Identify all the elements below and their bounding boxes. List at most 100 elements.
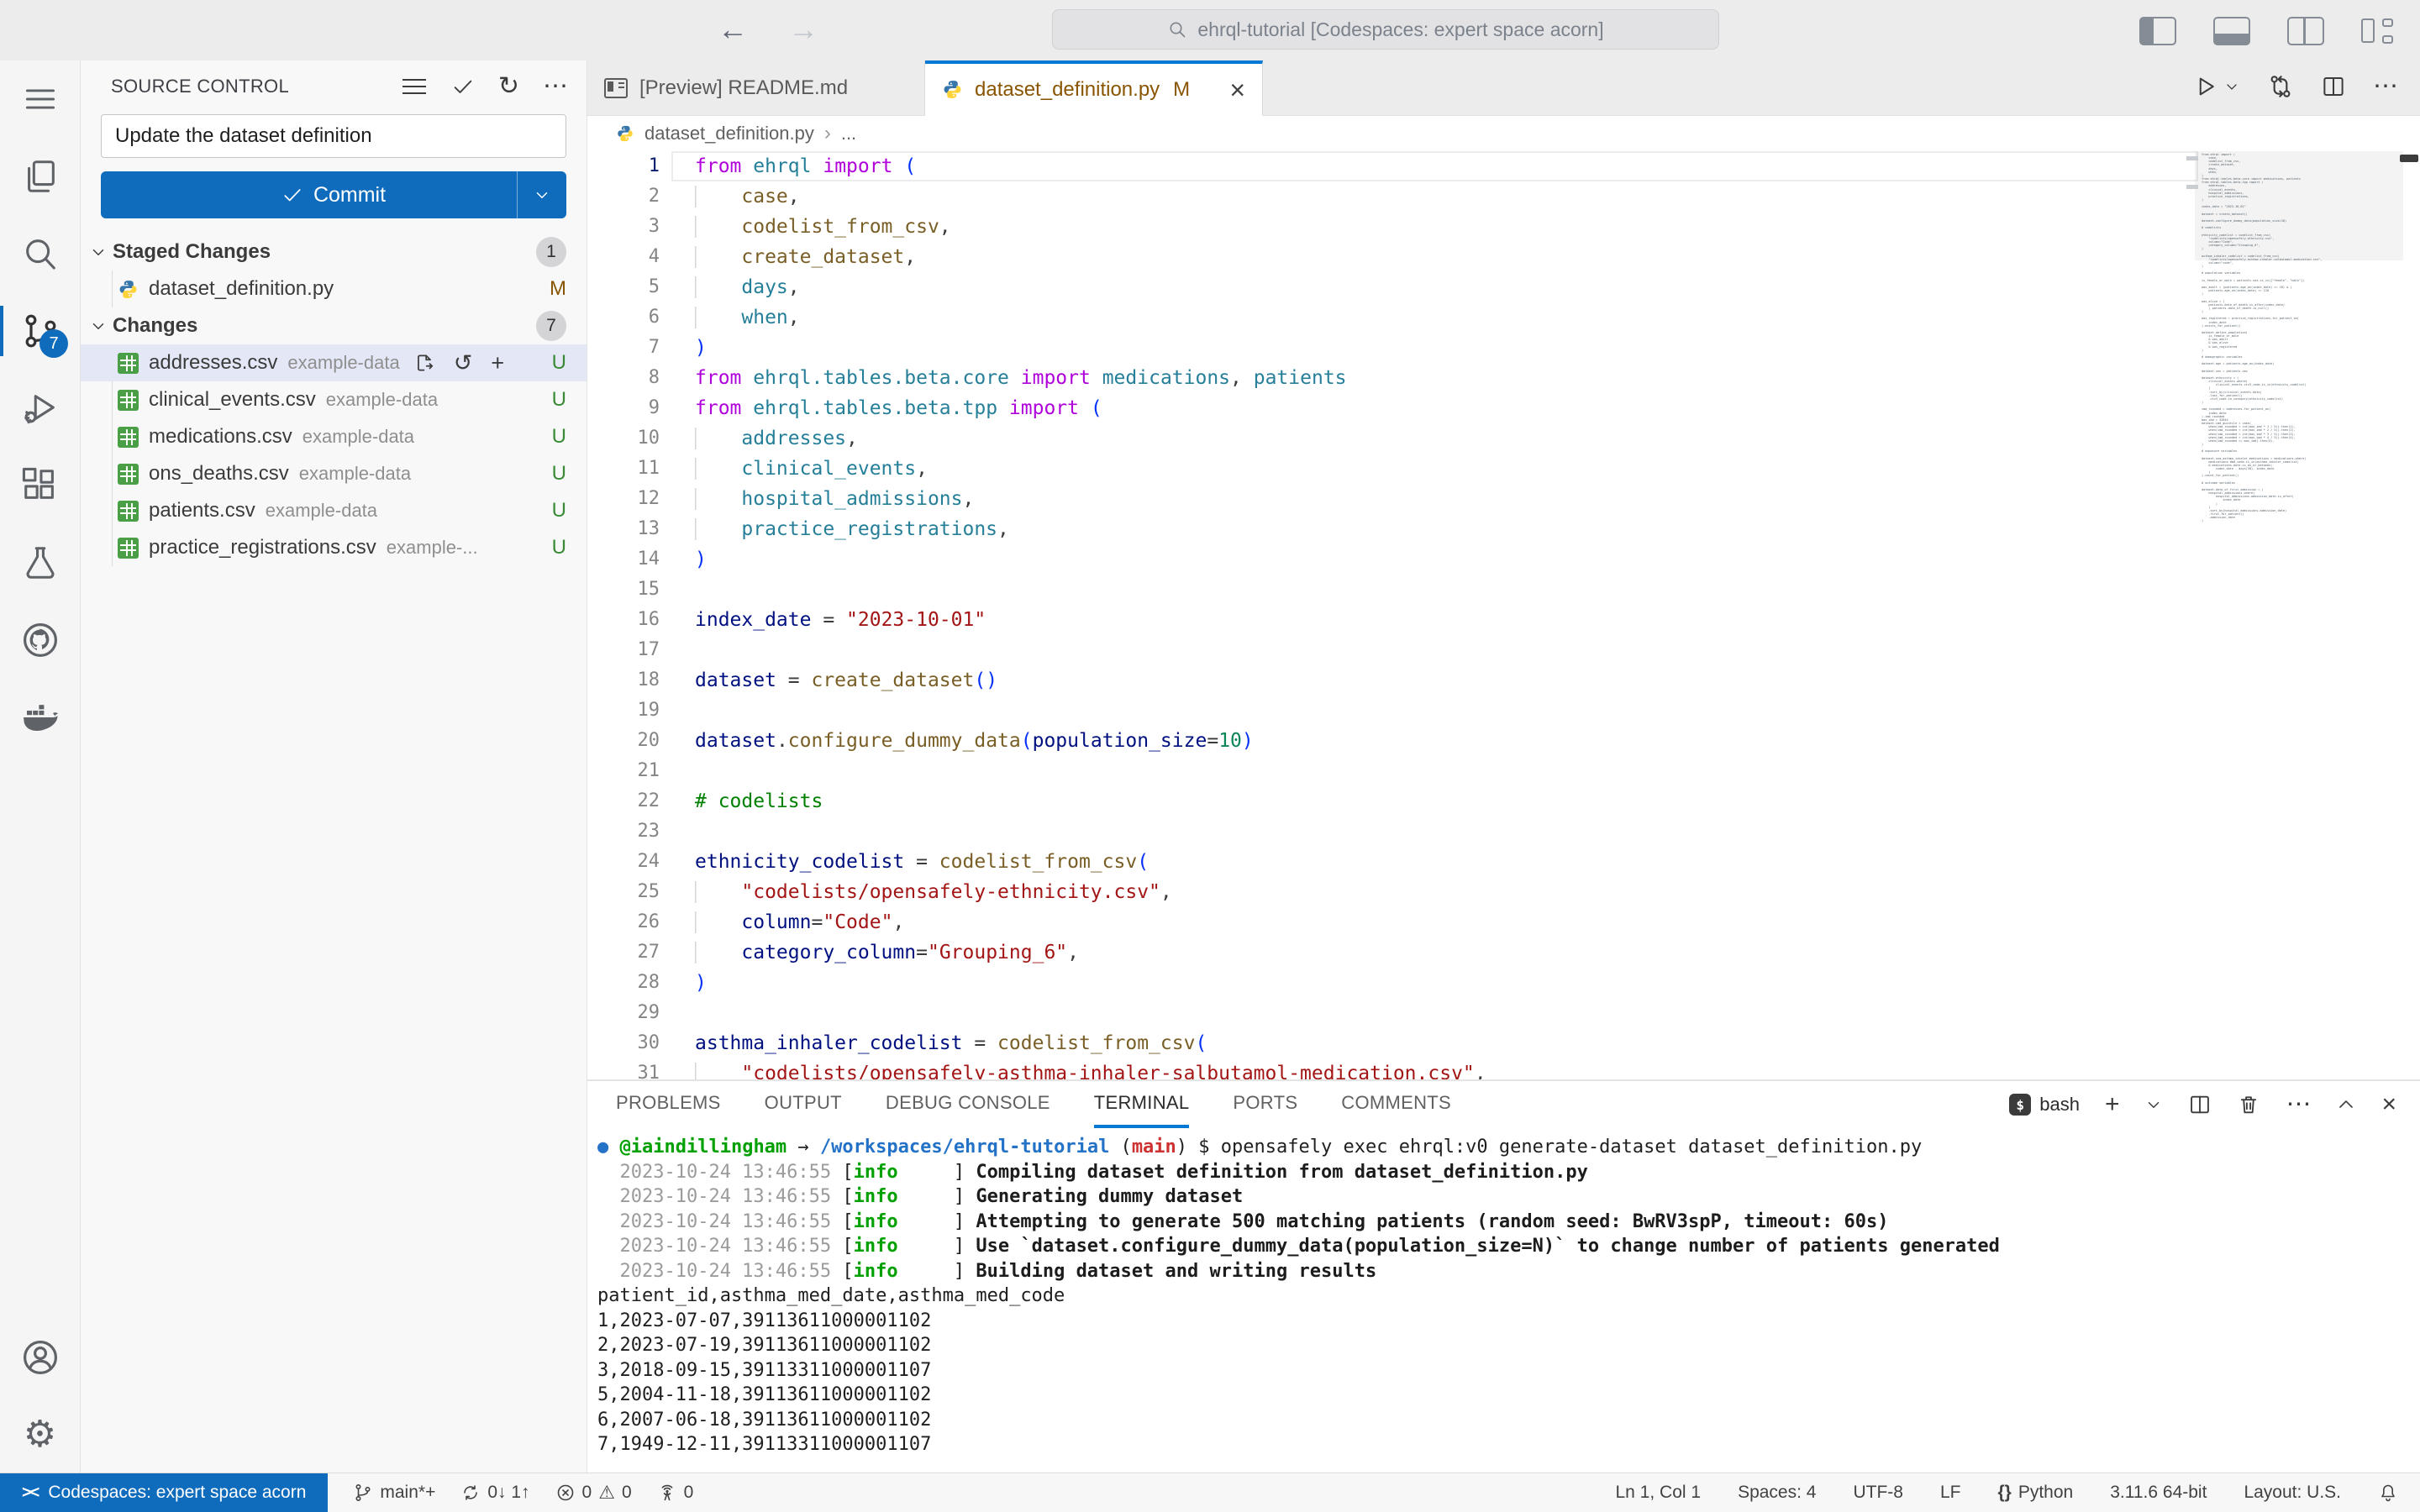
close-icon[interactable]: × [1229, 76, 1245, 103]
commit-button[interactable]: Commit [101, 171, 566, 218]
account-icon[interactable] [0, 1319, 80, 1396]
notifications-bell[interactable] [2378, 1483, 2398, 1503]
problems-status[interactable]: 0 ⚠ 0 [555, 1483, 632, 1503]
maximize-panel-icon[interactable] [2336, 1095, 2356, 1115]
panel-tab-problems[interactable]: PROBLEMS [616, 1081, 721, 1128]
testing-icon[interactable] [0, 524, 80, 601]
code-line: 1 from ehrql import ( [587, 151, 2420, 181]
code-line: 4 create_dataset, [587, 242, 2420, 272]
kill-terminal-icon[interactable] [2237, 1093, 2260, 1116]
github-icon[interactable] [0, 601, 80, 679]
file-name: practice_registrations.csv [149, 536, 376, 559]
scm-file-row[interactable]: practice_registrations.csv example-... U [81, 529, 587, 566]
panel-more-icon[interactable]: ⋯ [2286, 1092, 2311, 1117]
menu-icon[interactable] [0, 60, 80, 138]
breadcrumb-file[interactable]: dataset_definition.py [644, 123, 814, 144]
sync-label: 0↓ 1↑ [487, 1483, 530, 1502]
new-terminal-icon[interactable]: + [2105, 1092, 2120, 1117]
ports-status[interactable]: 0 [657, 1483, 694, 1503]
breadcrumb-more[interactable]: ... [841, 123, 856, 144]
panel-tab-terminal[interactable]: TERMINAL [1093, 1081, 1190, 1128]
panel-tab-output[interactable]: OUTPUT [765, 1081, 842, 1128]
code-line: 12 hospital_admissions, [587, 484, 2420, 514]
section-header-staged-changes[interactable]: Staged Changes 1 [81, 234, 587, 270]
scm-file-row[interactable]: clinical_events.csv example-data U [81, 381, 587, 418]
scm-file-row[interactable]: dataset_definition.py M [81, 270, 587, 307]
open-file-icon[interactable] [413, 352, 435, 374]
line-number: 27 [637, 942, 660, 963]
commit-message-input[interactable] [101, 114, 566, 158]
split-terminal-icon[interactable] [2188, 1093, 2212, 1116]
line-number: 14 [637, 549, 660, 570]
open-changes-icon[interactable] [2267, 73, 2294, 100]
docker-icon[interactable] [0, 679, 80, 756]
code-line: 28) [587, 968, 2420, 998]
errors-icon [557, 1484, 573, 1501]
cursor-position[interactable]: Ln 1, Col 1 [1615, 1483, 1701, 1503]
source-control-icon[interactable]: 7 [0, 292, 80, 370]
code-line: 26 column="Code", [587, 907, 2420, 937]
view-as-tree-icon[interactable] [402, 77, 428, 96]
minimap[interactable]: from ehrql import ( case, codelist_from_… [2202, 153, 2396, 1079]
breadcrumb[interactable]: dataset_definition.py › ... [587, 116, 2420, 151]
eol-sequence[interactable]: LF [1940, 1483, 1961, 1503]
section-header-changes[interactable]: Changes 7 [81, 307, 587, 344]
sync-status[interactable]: 0↓ 1↑ [460, 1483, 530, 1503]
code-editor[interactable]: 1 from ehrql import (2 case, 3 codelist_fr… [587, 151, 2420, 1079]
terminal-dropdown-icon[interactable] [2144, 1095, 2163, 1114]
toggle-panel-icon[interactable] [2213, 17, 2250, 45]
scm-file-row[interactable]: addresses.csv example-data ↺ + U [81, 344, 587, 381]
encoding[interactable]: UTF-8 [1853, 1483, 1903, 1503]
scm-file-row[interactable]: ons_deaths.csv example-data U [81, 455, 587, 492]
terminal-line: 6,2007-06-18,39113611000001102 [597, 1409, 932, 1431]
search-view-icon[interactable] [0, 215, 80, 292]
branch-status[interactable]: main*+ [353, 1483, 435, 1503]
play-icon [2199, 77, 2214, 96]
ports-count: 0 [683, 1483, 694, 1502]
close-panel-icon[interactable]: × [2381, 1092, 2396, 1117]
toggle-sidebar-icon[interactable] [2139, 17, 2176, 45]
panel-tab-debug-console[interactable]: DEBUG CONSOLE [886, 1081, 1050, 1128]
split-editor-icon[interactable] [2321, 74, 2346, 99]
forward-button[interactable]: → [788, 11, 818, 48]
python-interpreter[interactable]: 3.11.6 64-bit [2110, 1483, 2207, 1503]
keyboard-layout[interactable]: Layout: U.S. [2244, 1483, 2341, 1503]
scm-file-row[interactable]: patients.csv example-data U [81, 492, 587, 529]
commit-check-icon[interactable] [451, 75, 475, 98]
run-debug-icon[interactable] [0, 370, 80, 447]
terminal-instance[interactable]: $ bash [2009, 1094, 2080, 1116]
line-content: when, [695, 302, 799, 333]
language-mode[interactable]: {} Python [1997, 1483, 2073, 1503]
discard-changes-icon[interactable]: ↺ [454, 351, 473, 375]
extensions-icon[interactable] [0, 447, 80, 524]
back-button[interactable]: ← [718, 11, 748, 48]
file-folder: example-... [386, 537, 478, 558]
command-center[interactable]: ehrql-tutorial [Codespaces: expert space… [1052, 9, 1719, 50]
commit-dropdown[interactable] [517, 171, 566, 218]
more-actions-icon[interactable]: ⋯ [2373, 74, 2398, 99]
scm-badge: 7 [39, 329, 68, 358]
stage-changes-icon[interactable]: + [491, 351, 504, 375]
panel-tab-ports[interactable]: PORTS [1233, 1081, 1297, 1128]
tab-dataset-definition-py[interactable]: dataset_definition.py M × [925, 60, 1263, 116]
terminal-output[interactable]: ● @iaindillingham → /workspaces/ehrql-tu… [587, 1128, 2420, 1457]
remote-indicator[interactable]: >< Codespaces: expert space acorn [0, 1473, 329, 1512]
refresh-icon[interactable]: ↻ [498, 74, 519, 99]
terminal-line: patient_id,asthma_med_date,asthma_med_co… [597, 1285, 1065, 1306]
run-python-file-button[interactable] [2193, 74, 2240, 99]
editor-scrollbar[interactable] [2400, 155, 2418, 162]
customize-layout-icon[interactable] [2361, 18, 2395, 44]
scm-file-row[interactable]: medications.csv example-data U [81, 418, 587, 455]
indentation[interactable]: Spaces: 4 [1738, 1483, 1816, 1503]
section-label: Changes [113, 314, 198, 337]
explorer-icon[interactable] [0, 138, 80, 215]
overview-mark [2186, 185, 2198, 189]
more-actions-icon[interactable]: ⋯ [543, 74, 568, 99]
toggle-secondary-sidebar-icon[interactable] [2287, 17, 2324, 45]
tab--preview-readme-md[interactable]: [Preview] README.md [587, 60, 925, 115]
settings-gear-icon[interactable]: ⚙ [0, 1396, 80, 1473]
line-content: create_dataset, [695, 242, 916, 272]
panel-tab-comments[interactable]: COMMENTS [1341, 1081, 1451, 1128]
git-status-letter: U [551, 425, 566, 448]
line-number: 28 [637, 972, 660, 993]
